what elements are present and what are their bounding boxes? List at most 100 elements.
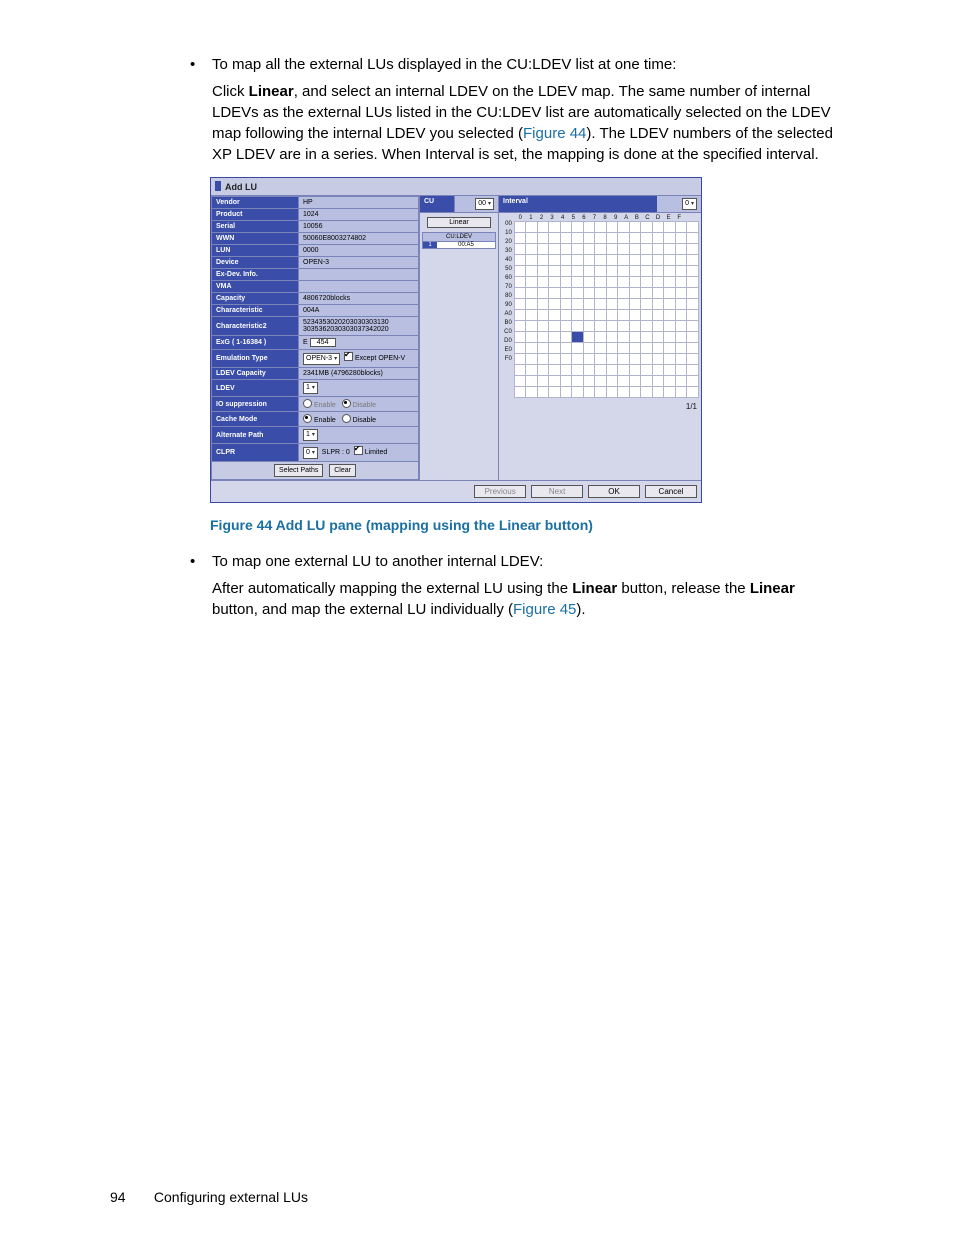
- ldev-cell[interactable]: [687, 321, 699, 332]
- ldev-cell[interactable]: [618, 266, 630, 277]
- ldev-cell[interactable]: [514, 222, 526, 233]
- ldev-cell[interactable]: [652, 365, 664, 376]
- ldev-cell[interactable]: [641, 387, 653, 398]
- ldev-cell[interactable]: [526, 299, 538, 310]
- cancel-button[interactable]: Cancel: [645, 485, 697, 498]
- ldev-cell[interactable]: [652, 244, 664, 255]
- ldev-cell[interactable]: [618, 310, 630, 321]
- ldev-cell[interactable]: [549, 343, 561, 354]
- ldev-cell[interactable]: [629, 354, 641, 365]
- ldev-cell[interactable]: [537, 387, 549, 398]
- ldev-cell[interactable]: [629, 387, 641, 398]
- ldev-cell[interactable]: [641, 376, 653, 387]
- ldev-cell[interactable]: [560, 244, 572, 255]
- ldev-cell[interactable]: [583, 266, 595, 277]
- ldev-cell[interactable]: [641, 332, 653, 343]
- ldev-cell[interactable]: [629, 255, 641, 266]
- ldev-cell[interactable]: [675, 222, 687, 233]
- ldev-cell[interactable]: [675, 387, 687, 398]
- ldev-cell[interactable]: [572, 255, 584, 266]
- ldev-cell[interactable]: [687, 365, 699, 376]
- ldev-cell[interactable]: [618, 343, 630, 354]
- ldev-cell[interactable]: [606, 277, 618, 288]
- ldev-cell[interactable]: [514, 233, 526, 244]
- ldev-cell[interactable]: [514, 321, 526, 332]
- ldev-cell[interactable]: [560, 277, 572, 288]
- ldev-cell[interactable]: [664, 365, 676, 376]
- ldev-cell[interactable]: [595, 277, 607, 288]
- ldev-cell[interactable]: [537, 299, 549, 310]
- ldev-cell[interactable]: [560, 233, 572, 244]
- ldev-cell[interactable]: [595, 299, 607, 310]
- ldev-cell[interactable]: [526, 354, 538, 365]
- ldev-cell[interactable]: [687, 266, 699, 277]
- ldev-cell[interactable]: [583, 233, 595, 244]
- ldev-cell[interactable]: [687, 255, 699, 266]
- ldev-cell[interactable]: [583, 310, 595, 321]
- ldev-cell[interactable]: [526, 244, 538, 255]
- ldev-cell[interactable]: [606, 299, 618, 310]
- ldev-cell[interactable]: [606, 321, 618, 332]
- ldev-cell[interactable]: [664, 277, 676, 288]
- ldev-cell[interactable]: [595, 244, 607, 255]
- ldev-cell[interactable]: [675, 244, 687, 255]
- ldev-cell[interactable]: [549, 266, 561, 277]
- ldev-cell[interactable]: [572, 343, 584, 354]
- next-button[interactable]: Next: [531, 485, 583, 498]
- culdev-row[interactable]: 1 00:A5: [422, 242, 496, 249]
- ldev-cell[interactable]: [549, 244, 561, 255]
- ldev-cell[interactable]: [618, 233, 630, 244]
- ldev-cell[interactable]: [572, 321, 584, 332]
- ldev-cell[interactable]: [652, 387, 664, 398]
- ldev-cell[interactable]: [549, 299, 561, 310]
- ldev-cell[interactable]: [514, 288, 526, 299]
- ldev-cell[interactable]: [664, 222, 676, 233]
- ldev-cell[interactable]: [549, 233, 561, 244]
- ldev-cell[interactable]: [641, 354, 653, 365]
- ldev-cell[interactable]: [629, 244, 641, 255]
- ldev-cell[interactable]: [606, 332, 618, 343]
- ldev-cell[interactable]: [514, 244, 526, 255]
- ldev-cell[interactable]: [549, 255, 561, 266]
- ldev-cell[interactable]: [652, 233, 664, 244]
- cache-disable-radio[interactable]: [342, 414, 351, 423]
- ldev-cell[interactable]: [583, 244, 595, 255]
- ldev-cell[interactable]: [537, 343, 549, 354]
- ldev-cell[interactable]: [618, 244, 630, 255]
- ldev-cell[interactable]: [595, 343, 607, 354]
- ldev-cell[interactable]: [572, 299, 584, 310]
- ldev-cell[interactable]: [687, 343, 699, 354]
- ldev-cell[interactable]: [618, 332, 630, 343]
- ldev-cell[interactable]: [641, 266, 653, 277]
- ldev-cell[interactable]: [583, 365, 595, 376]
- ldev-cell[interactable]: [675, 343, 687, 354]
- ldev-cell[interactable]: [514, 387, 526, 398]
- ldev-cell[interactable]: [641, 255, 653, 266]
- ldev-cell[interactable]: [560, 387, 572, 398]
- ldev-cell[interactable]: [572, 376, 584, 387]
- ldev-cell[interactable]: [526, 376, 538, 387]
- ldev-cell[interactable]: [560, 255, 572, 266]
- ldev-cell[interactable]: [560, 321, 572, 332]
- ldev-cell[interactable]: [537, 277, 549, 288]
- ldev-cell[interactable]: [641, 288, 653, 299]
- ldev-cell[interactable]: [514, 354, 526, 365]
- ldev-cell[interactable]: [595, 233, 607, 244]
- ldev-cell[interactable]: [595, 354, 607, 365]
- ldev-cell[interactable]: [537, 244, 549, 255]
- ldev-cell[interactable]: [687, 233, 699, 244]
- ldev-cell[interactable]: [641, 244, 653, 255]
- ldev-cell[interactable]: [572, 332, 584, 343]
- ldev-cell[interactable]: [629, 266, 641, 277]
- ldev-cell[interactable]: [537, 233, 549, 244]
- ldev-cell[interactable]: [583, 299, 595, 310]
- ldev-cell[interactable]: [606, 266, 618, 277]
- ldev-cell[interactable]: [629, 222, 641, 233]
- ldev-cell[interactable]: [675, 299, 687, 310]
- ldev-cell[interactable]: [537, 321, 549, 332]
- ldev-cell[interactable]: [687, 310, 699, 321]
- cache-enable-radio[interactable]: [303, 414, 312, 423]
- ldev-cell[interactable]: [629, 332, 641, 343]
- ldev-cell[interactable]: [549, 310, 561, 321]
- ldev-cell[interactable]: [595, 222, 607, 233]
